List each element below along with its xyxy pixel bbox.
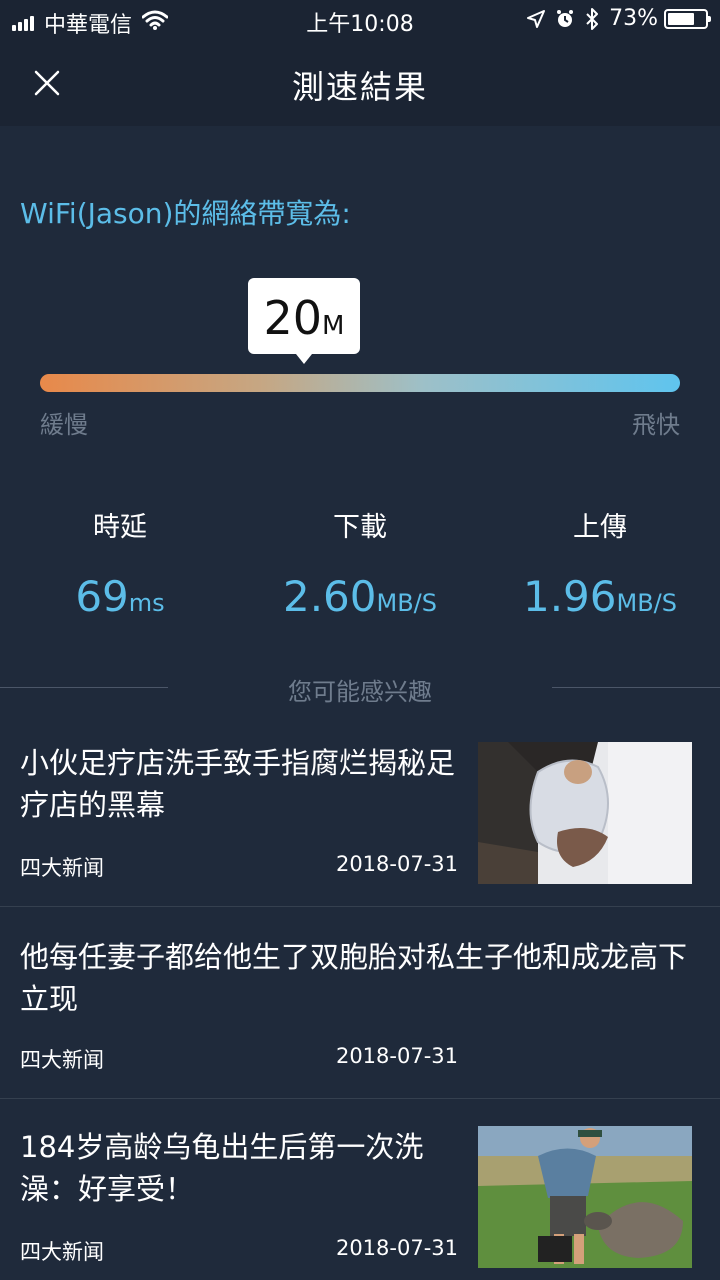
metric-label: 上傳 xyxy=(573,512,627,543)
news-source: 四大新闻 xyxy=(20,856,104,880)
metric-latency: 時延 69ms xyxy=(0,505,240,621)
metric-number: 2.60 xyxy=(282,572,377,621)
news-item[interactable]: 小伙足疗店洗手致手指腐烂揭秘足疗店的黑幕 四大新闻 2018-07-31 xyxy=(0,742,720,906)
fast-label: 飛快 xyxy=(632,411,680,439)
news-thumbnail xyxy=(478,742,692,884)
status-right: 73% xyxy=(517,6,711,31)
item-separator xyxy=(0,906,720,907)
battery-percent: 73% xyxy=(609,6,658,31)
battery-icon xyxy=(664,8,711,29)
item-separator xyxy=(0,1098,720,1099)
metric-value: 2.60MB/S xyxy=(240,572,480,621)
page-title: 測速結果 xyxy=(291,68,428,106)
metric-download: 下載 2.60MB/S xyxy=(240,505,480,621)
metric-number: 69 xyxy=(75,572,129,621)
status-bar: 中華電信 上午10:08 73% xyxy=(0,0,720,40)
close-icon xyxy=(34,70,60,96)
news-title: 他每任妻子都给他生了双胞胎对私生子他和成龙高下立现 xyxy=(20,940,688,1016)
metric-value: 1.96MB/S xyxy=(480,572,720,621)
metric-label: 時延 xyxy=(93,512,147,543)
news-date: 2018-07-31 xyxy=(335,852,458,876)
slow-label: 緩慢 xyxy=(40,411,88,439)
speed-value: 20 xyxy=(263,291,323,345)
bandwidth-label: WiFi(Jason)的網絡帶寬為: xyxy=(20,197,351,230)
battery-fill xyxy=(668,12,695,25)
metric-label: 下載 xyxy=(333,512,387,543)
location-icon xyxy=(527,9,546,28)
bluetooth-icon xyxy=(585,7,599,30)
nav-bar: 測速結果 xyxy=(0,40,720,126)
metric-number: 1.96 xyxy=(522,572,617,621)
news-title: 184岁高龄乌龟出生后第一次洗澡：好享受！ xyxy=(20,1130,424,1206)
news-title: 小伙足疗店洗手致手指腐烂揭秘足疗店的黑幕 xyxy=(20,746,456,822)
speed-gradient-bar xyxy=(40,374,680,392)
news-item[interactable]: 他每任妻子都给他生了双胞胎对私生子他和成龙高下立现 四大新闻 2018-07-3… xyxy=(0,936,720,1098)
news-date: 2018-07-31 xyxy=(335,1044,458,1068)
recommend-title: 您可能感兴趣 xyxy=(288,678,432,706)
speed-bubble: 20M xyxy=(248,278,360,364)
alarm-icon xyxy=(555,9,575,29)
metric-unit: MB/S xyxy=(376,589,438,617)
news-date: 2018-07-31 xyxy=(335,1236,458,1260)
metric-value: 69ms xyxy=(0,572,240,621)
metric-unit: MB/S xyxy=(616,589,678,617)
metric-unit: ms xyxy=(128,589,165,617)
news-source: 四大新闻 xyxy=(20,1240,104,1264)
metric-upload: 上傳 1.96MB/S xyxy=(480,505,720,621)
news-thumbnail xyxy=(478,1126,692,1268)
speed-unit: M xyxy=(322,311,345,341)
news-source: 四大新闻 xyxy=(20,1048,104,1072)
news-item[interactable]: 184岁高龄乌龟出生后第一次洗澡：好享受！ 四大新闻 2018-07-31 xyxy=(0,1126,720,1280)
close-button[interactable] xyxy=(26,62,68,104)
